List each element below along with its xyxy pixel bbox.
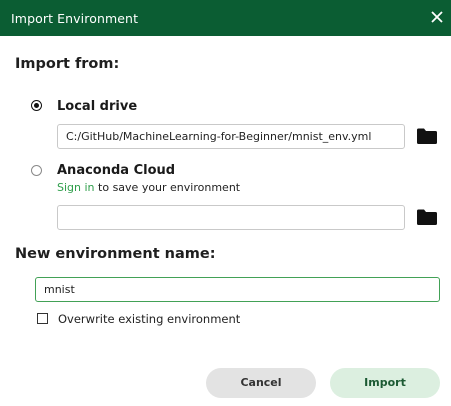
cloud-path-field[interactable] — [57, 205, 405, 230]
signin-prompt: Sign in to save your environment — [57, 181, 240, 194]
close-icon[interactable] — [429, 9, 445, 25]
cancel-button[interactable]: Cancel — [206, 368, 316, 398]
folder-icon[interactable] — [416, 127, 438, 145]
signin-link[interactable]: Sign in — [57, 181, 95, 194]
import-from-heading: Import from: — [15, 56, 120, 72]
import-button[interactable]: Import — [330, 368, 440, 398]
new-name-heading: New environment name: — [15, 246, 216, 262]
local-path-field[interactable]: C:/GitHub/MachineLearning-for-Beginner/m… — [57, 124, 405, 149]
local-drive-label[interactable]: Local drive — [57, 99, 137, 114]
dialog-title: Import Environment — [11, 11, 139, 26]
anaconda-cloud-radio[interactable] — [31, 165, 42, 176]
dialog-titlebar: Import Environment — [0, 0, 451, 36]
overwrite-label[interactable]: Overwrite existing environment — [58, 312, 240, 326]
signin-suffix: to save your environment — [94, 181, 241, 194]
overwrite-checkbox[interactable] — [37, 313, 48, 324]
folder-icon[interactable] — [416, 208, 438, 226]
environment-name-input[interactable]: mnist — [35, 277, 440, 302]
local-drive-radio[interactable] — [31, 100, 42, 111]
anaconda-cloud-label[interactable]: Anaconda Cloud — [57, 163, 175, 178]
